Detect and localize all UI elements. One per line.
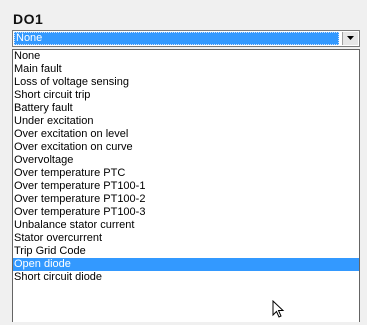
dropdown-options-list[interactable]: None Main fault Loss of voltage sensing Sho… xyxy=(12,49,360,322)
option-main-fault[interactable]: Main fault xyxy=(13,63,359,76)
option-over-temperature-pt100-1[interactable]: Over temperature PT100-1 xyxy=(13,180,359,193)
dropdown-arrow-button[interactable] xyxy=(342,32,358,45)
option-over-excitation-on-curve[interactable]: Over excitation on curve xyxy=(13,141,359,154)
field-label-do1: DO1 xyxy=(13,11,44,27)
option-over-temperature-pt100-3[interactable]: Over temperature PT100-3 xyxy=(13,206,359,219)
option-stator-overcurrent[interactable]: Stator overcurrent xyxy=(13,232,359,245)
mouse-pointer-icon xyxy=(272,299,286,325)
option-open-diode[interactable]: Open diode xyxy=(13,258,359,271)
option-under-excitation[interactable]: Under excitation xyxy=(13,115,359,128)
option-short-circuit-diode[interactable]: Short circuit diode xyxy=(13,271,359,284)
option-over-excitation-on-level[interactable]: Over excitation on level xyxy=(13,128,359,141)
option-battery-fault[interactable]: Battery fault xyxy=(13,102,359,115)
option-trip-grid-code[interactable]: Trip Grid Code xyxy=(13,245,359,258)
option-none[interactable]: None xyxy=(13,50,359,63)
option-loss-of-voltage-sensing[interactable]: Loss of voltage sensing xyxy=(13,76,359,89)
option-unbalance-stator-current[interactable]: Unbalance stator current xyxy=(13,219,359,232)
option-over-temperature-ptc[interactable]: Over temperature PTC xyxy=(13,167,359,180)
select-current-value: None xyxy=(14,32,339,45)
option-overvoltage[interactable]: Overvoltage xyxy=(13,154,359,167)
option-short-circuit-trip[interactable]: Short circuit trip xyxy=(13,89,359,102)
output-function-select[interactable]: None xyxy=(12,30,360,47)
option-over-temperature-pt100-2[interactable]: Over temperature PT100-2 xyxy=(13,193,359,206)
